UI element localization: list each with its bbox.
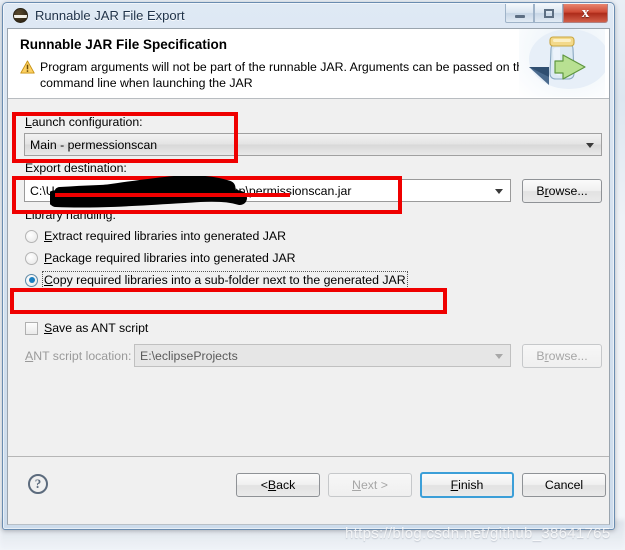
- wizard-banner: Runnable JAR File Specification Program …: [8, 29, 609, 99]
- launch-configuration-combo[interactable]: Main - permessionscan: [24, 133, 602, 156]
- launch-configuration-label: Launch configuration:: [25, 115, 143, 129]
- checkbox-indicator: [25, 321, 38, 335]
- launch-configuration-value: Main - permessionscan: [30, 137, 158, 152]
- ant-browse-button: Br owse...: [522, 344, 602, 368]
- library-handling-label: Library handling:: [25, 208, 116, 222]
- banner-message: Program arguments will not be part of th…: [40, 60, 531, 90]
- radio-package-libraries-label: Package required libraries into generate…: [44, 251, 296, 265]
- jar-export-icon: [519, 29, 605, 97]
- export-destination-value: C:\Users\ esktop\permissionscan.jar: [30, 183, 352, 198]
- radio-indicator-selected: [25, 273, 38, 287]
- footer-divider: [8, 456, 609, 457]
- window-title: Runnable JAR File Export: [35, 8, 185, 23]
- save-as-ant-script-label: Save as ANT script: [44, 321, 149, 335]
- next-button: Next >: [328, 473, 412, 497]
- radio-copy-libraries-label: Copy required libraries into a sub-folde…: [42, 271, 408, 289]
- finish-button[interactable]: Finish: [420, 472, 514, 498]
- save-as-ant-script-checkbox[interactable]: Save as ANT script: [25, 321, 148, 335]
- ant-script-location-label: ANT script location:: [25, 349, 132, 363]
- minimize-button[interactable]: [505, 4, 534, 23]
- title-bar[interactable]: Runnable JAR File Export x: [7, 3, 610, 28]
- export-destination-label: Export destination:: [25, 161, 127, 175]
- warning-triangle-icon: [20, 60, 35, 74]
- window-controls: x: [505, 4, 608, 23]
- watermark: https://blog.csdn.net/github_38641765: [345, 525, 611, 542]
- radio-extract-libraries-label: Extract required libraries into generate…: [44, 229, 286, 243]
- radio-indicator: [25, 251, 38, 265]
- maximize-restore-button[interactable]: [534, 4, 563, 23]
- wizard-form: Launch configuration: Main - permessions…: [8, 99, 609, 514]
- ant-script-location-combo: E:\eclipseProjects: [134, 344, 511, 367]
- radio-indicator: [25, 229, 38, 243]
- ant-script-location-value: E:\eclipseProjects: [140, 348, 238, 363]
- back-button[interactable]: < Back: [236, 473, 320, 497]
- help-button[interactable]: ?: [28, 474, 48, 494]
- cancel-button[interactable]: Cancel: [522, 473, 606, 497]
- export-destination-combo[interactable]: C:\Users\ esktop\permissionscan.jar: [24, 179, 511, 202]
- chevron-down-icon: [495, 353, 503, 359]
- radio-package-libraries[interactable]: Package required libraries into generate…: [25, 251, 296, 265]
- runnable-jar-export-dialog: Runnable JAR File Export x Runnable JAR …: [2, 2, 615, 530]
- chevron-down-icon: [586, 142, 594, 148]
- close-button[interactable]: x: [563, 4, 608, 23]
- chevron-down-icon: [495, 188, 503, 194]
- radio-copy-libraries[interactable]: Copy required libraries into a sub-folde…: [25, 271, 408, 289]
- dialog-client-area: Runnable JAR File Specification Program …: [7, 28, 610, 525]
- radio-extract-libraries[interactable]: Extract required libraries into generate…: [25, 229, 286, 243]
- banner-title: Runnable JAR File Specification: [20, 37, 228, 52]
- destination-browse-button[interactable]: Br owse...: [522, 179, 602, 203]
- eclipse-icon: [13, 8, 28, 23]
